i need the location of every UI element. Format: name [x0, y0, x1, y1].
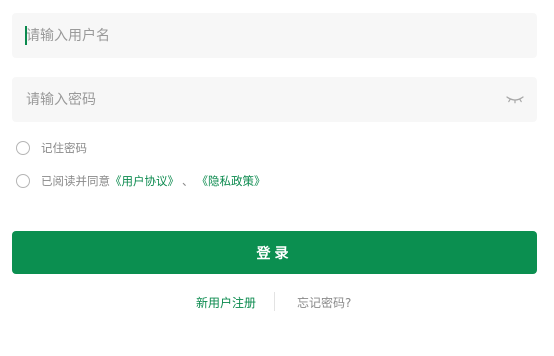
user-agreement-link[interactable]: 《用户协议》: [110, 173, 179, 189]
agreement-separator: 、: [182, 174, 194, 188]
forgot-password-link[interactable]: 忘记密码?: [297, 294, 351, 311]
remember-password-row[interactable]: 记住密码: [16, 140, 87, 156]
login-form: 记住密码 已阅读并同意 《用户协议》 、 《隐私政策》 登录 新用户注册 忘记密…: [0, 0, 554, 356]
password-input[interactable]: [12, 77, 537, 122]
remember-password-radio[interactable]: [16, 141, 30, 155]
agreement-radio[interactable]: [16, 174, 30, 188]
remember-password-label: 记住密码: [41, 141, 87, 155]
register-link[interactable]: 新用户注册: [196, 294, 256, 311]
eye-closed-icon[interactable]: [505, 91, 525, 107]
agreement-prefix: 已阅读并同意: [41, 174, 110, 188]
username-input[interactable]: [12, 13, 537, 58]
text-caret: [25, 26, 27, 45]
footer-divider: [274, 292, 275, 311]
login-button[interactable]: 登录: [12, 231, 537, 274]
agreement-row: 已阅读并同意 《用户协议》 、 《隐私政策》: [16, 173, 266, 189]
password-field: [12, 77, 537, 122]
footer-links: 新用户注册 忘记密码?: [0, 292, 554, 312]
username-field: [12, 13, 537, 58]
privacy-policy-link[interactable]: 《隐私政策》: [197, 173, 266, 189]
